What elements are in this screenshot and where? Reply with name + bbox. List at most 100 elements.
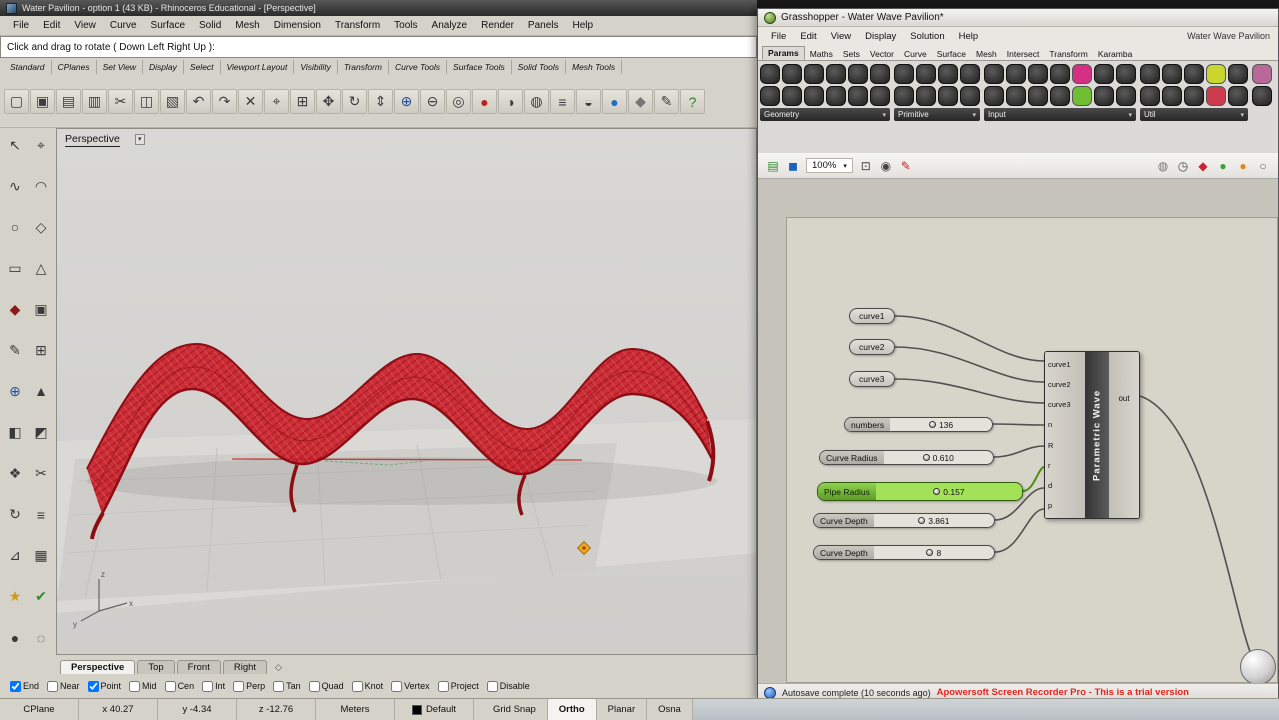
undo-icon[interactable]: ↶ [186,89,211,114]
menu-item-help[interactable]: Help [566,18,601,33]
perspective-viewport[interactable]: z x y Perspective ▾ [56,128,757,655]
osnap-toggle-cen[interactable]: Cen [164,680,194,692]
grasshopper-title-bar[interactable]: Grasshopper - Water Wave Pavilion* [758,9,1278,27]
toolbar-tab-visibility[interactable]: Visibility [294,60,338,74]
component-icon[interactable] [1094,64,1114,84]
gh-tab-params[interactable]: Params [762,46,805,60]
component-icon[interactable] [1162,64,1182,84]
input-n[interactable]: n [1048,420,1082,429]
component-icon[interactable] [1050,86,1070,106]
save-file-icon[interactable]: ▤ [56,89,81,114]
toolbar-tab-surface-tools[interactable]: Surface Tools [447,60,512,74]
gh-tab-vector[interactable]: Vector [865,48,899,60]
component-icon[interactable] [1140,86,1160,106]
status-field-cplane[interactable]: CPlane [0,699,79,720]
osnap-checkbox-end[interactable] [10,680,21,692]
param-node-curve2[interactable]: curve2 [849,339,895,355]
grid-snap-icon[interactable]: ⊞ [290,89,315,114]
dashed-circle-icon[interactable]: ◌ [30,627,52,649]
menu-item-panels[interactable]: Panels [521,18,566,33]
osnap-toggle-quad[interactable]: Quad [308,680,344,692]
component-icon[interactable] [760,64,780,84]
osnap-toggle-end[interactable]: End [10,680,39,692]
slider-track[interactable]: 8 [874,546,994,559]
slider-handle[interactable] [922,454,930,461]
component-icon[interactable] [984,64,1004,84]
layers-tool-icon[interactable]: ≡ [30,504,52,526]
viewport-tab-new-icon[interactable]: ◇ [269,661,288,674]
menu-item-analyze[interactable]: Analyze [425,18,475,33]
component-icon[interactable] [848,86,868,106]
render-icon[interactable]: ● [472,89,497,114]
gh-tab-maths[interactable]: Maths [805,48,838,60]
palette-category-input[interactable]: Input ▾ [984,108,1136,121]
arc-icon[interactable]: ◠ [30,175,52,197]
component-icon[interactable] [848,64,868,84]
rotate-view-icon[interactable]: ↻ [342,89,367,114]
gh-tab-sets[interactable]: Sets [838,48,865,60]
osnap-checkbox-tan[interactable] [273,680,285,692]
slider-track[interactable]: 0.157 [875,483,1022,500]
zoom-in-icon[interactable]: ⊕ [394,89,419,114]
osnap-toggle-point[interactable]: Point [87,680,121,692]
rhino-title-bar[interactable]: Water Pavilion - option 1 (43 KB) - Rhin… [0,0,757,16]
pan-icon[interactable]: ✥ [316,89,341,114]
gh-menu-solution[interactable]: Solution [903,30,951,43]
toolbar-tab-standard[interactable]: Standard [4,60,52,74]
gh-menu-file[interactable]: File [764,30,793,43]
open-file-icon[interactable]: ▣ [30,89,55,114]
gh-tab-curve[interactable]: Curve [899,48,932,60]
slider-pipe-radius[interactable]: Pipe Radius 0.157 [817,482,1023,501]
wireframe-view-icon[interactable]: ◍ [524,89,549,114]
gh-menu-edit[interactable]: Edit [793,30,823,43]
menu-item-file[interactable]: File [6,18,36,33]
param-node-curve3[interactable]: curve3 [849,371,895,387]
split-icon[interactable]: ◩ [30,422,52,444]
check-icon[interactable]: ✔ [30,586,52,608]
zoom-out-icon[interactable]: ⊖ [420,89,445,114]
status-button-ortho[interactable]: Ortho [547,699,597,720]
menu-item-solid[interactable]: Solid [192,18,228,33]
input-d[interactable]: d [1048,481,1082,490]
input-curve3[interactable]: curve3 [1048,400,1082,409]
new-file-icon[interactable]: ▢ [4,89,29,114]
component-icon[interactable] [894,86,914,106]
osnap-checkbox-point[interactable] [87,680,99,692]
sketch-icon[interactable]: ✎ [4,339,26,361]
pointer-icon[interactable]: ⌖ [264,89,289,114]
toolbar-tab-set-view[interactable]: Set View [97,60,144,74]
white-sphere-icon[interactable]: ○ [1254,157,1272,175]
cut-tool-icon[interactable]: ✂ [30,463,52,485]
osnap-checkbox-quad[interactable] [308,680,320,692]
component-icon[interactable] [1006,86,1026,106]
surface-icon[interactable]: ▣ [30,298,52,320]
component-icon[interactable] [960,86,980,106]
component-icon[interactable] [1206,64,1226,84]
component-icon[interactable] [916,64,936,84]
point-icon[interactable]: ⌖ [30,134,52,156]
component-icon[interactable] [870,64,890,84]
osnap-checkbox-project[interactable] [437,680,449,692]
component-icon[interactable] [1162,86,1182,106]
toolbar-tab-curve-tools[interactable]: Curve Tools [389,60,448,74]
osnap-checkbox-perp[interactable] [233,680,245,692]
slider-handle[interactable] [926,549,934,556]
viewport-tab-right[interactable]: Right [222,660,268,674]
shaded-sphere-icon[interactable]: ◍ [1154,157,1172,175]
status-field-meters[interactable]: Meters [316,699,395,720]
display-mode-icon[interactable]: ◒ [576,89,601,114]
toolbar-tab-mesh-tools[interactable]: Mesh Tools [566,60,623,74]
slider-handle[interactable] [928,421,936,428]
slider-numbers[interactable]: numbers 136 [844,417,993,432]
status-field-z[interactable]: z -12.76 [237,699,316,720]
cut-icon[interactable]: ✂ [108,89,133,114]
status-button-grid-snap[interactable]: Grid Snap [482,699,548,720]
viewport-menu-chevron-icon[interactable]: ▾ [135,134,145,145]
orange-sphere-icon[interactable]: ● [1234,157,1252,175]
component-icon[interactable] [1028,64,1048,84]
component-icon[interactable] [782,86,802,106]
rectangle-icon[interactable]: ▭ [4,257,26,279]
param-node-curve1[interactable]: curve1 [849,308,895,324]
zoom-extents-icon[interactable]: ◎ [446,89,471,114]
slider-curve-depth-2[interactable]: Curve Depth 8 [813,545,995,560]
